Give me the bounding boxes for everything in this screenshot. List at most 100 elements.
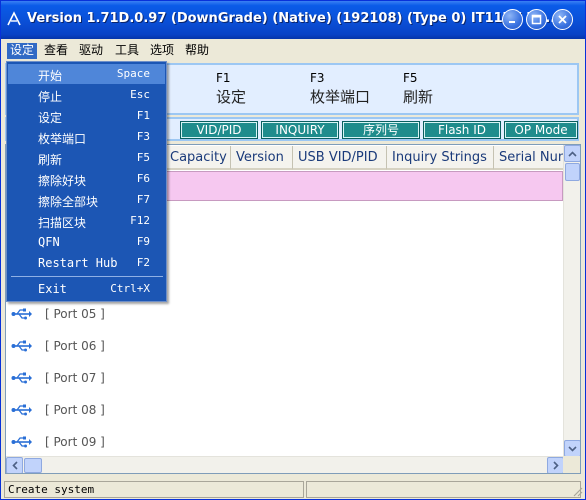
port-label: [ Port 05 ] — [45, 307, 105, 321]
minimize-icon — [509, 21, 515, 23]
usb-icon — [11, 340, 32, 352]
scroll-up-button[interactable] — [564, 145, 580, 162]
menu-item-label: 刷新 — [38, 153, 63, 167]
menu-item-shortcut: F5 — [136, 151, 150, 164]
menu-options[interactable]: 选项 — [147, 43, 177, 59]
menu-driver[interactable]: 驱动 — [76, 43, 106, 59]
settings-dropdown-menu: 开始 Space 停止 Esc 设定 F1 枚举端口 F3 刷新 F5 擦除好块… — [6, 61, 167, 302]
menu-settings[interactable]: 设定 — [7, 43, 38, 59]
scroll-down-button[interactable] — [564, 440, 580, 457]
chevron-up-icon — [568, 150, 577, 157]
chevron-right-icon — [552, 461, 559, 470]
menu-item-shortcut: F1 — [136, 109, 150, 122]
column-header-serial-num[interactable]: Serial Num — [494, 146, 564, 170]
scroll-corner — [563, 456, 580, 473]
menu-item-label: Restart Hub — [38, 256, 118, 270]
menu-item-restart-hub[interactable]: Restart Hub F2 — [8, 253, 165, 273]
column-header-capacity[interactable]: Capacity — [165, 146, 231, 170]
toolbar-settings-label: 设定 — [216, 88, 247, 106]
port-label: [ Port 08 ] — [45, 403, 105, 417]
toolbar-enum-ports-button[interactable]: F3 枚举端口 — [310, 71, 370, 107]
toolbar-enum-ports-key: F3 — [310, 71, 325, 85]
vertical-scroll-thumb[interactable] — [565, 163, 580, 181]
toolbar-settings-button[interactable]: F1 设定 — [216, 71, 246, 107]
port-label: [ Port 09 ] — [45, 435, 105, 449]
tab-serial-number[interactable]: 序列号 — [342, 121, 420, 139]
menu-item-shortcut: Ctrl+X — [110, 282, 150, 295]
column-header-inquiry-strings[interactable]: Inquiry Strings — [387, 146, 494, 170]
menu-tools[interactable]: 工具 — [112, 43, 142, 59]
menu-item-shortcut: F3 — [136, 130, 150, 143]
port-label: [ Port 06 ] — [45, 339, 105, 353]
list-item[interactable]: [ Port 09 ] — [11, 432, 105, 452]
list-item[interactable]: [ Port 05 ] — [11, 304, 105, 324]
menu-item-erase-all-blocks[interactable]: 擦除全部块 F7 — [8, 190, 165, 210]
menu-separator — [11, 276, 163, 277]
menu-item-erase-good-blocks[interactable]: 擦除好块 F6 — [8, 169, 165, 189]
menu-item-refresh[interactable]: 刷新 F5 — [8, 148, 165, 168]
close-button[interactable] — [552, 9, 573, 30]
usb-icon — [11, 372, 32, 384]
status-bar: Create system — [2, 479, 585, 499]
menu-item-label: 扫描区块 — [38, 216, 87, 230]
scroll-right-button[interactable] — [547, 457, 564, 473]
column-header-version[interactable]: Version — [231, 146, 293, 170]
menu-item-label: 停止 — [38, 90, 63, 104]
chevron-down-icon — [568, 445, 577, 452]
menu-bar: 设定 查看 驱动 工具 选项 帮助 — [2, 39, 585, 61]
menu-help[interactable]: 帮助 — [182, 43, 212, 59]
usb-icon — [11, 436, 32, 448]
menu-item-shortcut: F6 — [136, 172, 150, 185]
menu-item-shortcut: F9 — [136, 235, 150, 248]
toolbar-enum-ports-label: 枚举端口 — [310, 88, 371, 106]
menu-item-label: 开始 — [38, 69, 63, 83]
usb-icon — [11, 308, 32, 320]
tab-op-mode[interactable]: OP Mode — [504, 121, 578, 139]
port-label: [ Port 07 ] — [45, 371, 105, 385]
horizontal-scrollbar[interactable] — [6, 456, 564, 473]
title-bar[interactable]: Version 1.71D.0.97 (DownGrade) (Native) … — [1, 1, 585, 39]
menu-item-label: Exit — [38, 282, 67, 296]
app-icon — [7, 11, 21, 26]
scroll-left-button[interactable] — [6, 457, 23, 473]
maximize-icon — [531, 14, 542, 25]
status-cell-secondary — [306, 481, 581, 498]
vertical-scrollbar[interactable] — [563, 145, 580, 457]
menu-item-enum-ports[interactable]: 枚举端口 F3 — [8, 127, 165, 147]
menu-item-stop[interactable]: 停止 Esc — [8, 85, 165, 105]
list-item[interactable]: [ Port 06 ] — [11, 336, 105, 356]
close-icon — [558, 15, 567, 24]
menu-item-label: 擦除好块 — [38, 174, 87, 188]
window-title: Version 1.71D.0.97 (DownGrade) (Native) … — [27, 11, 556, 26]
list-item[interactable]: [ Port 08 ] — [11, 400, 105, 420]
minimize-button[interactable] — [502, 9, 523, 30]
menu-item-exit[interactable]: Exit Ctrl+X — [8, 279, 165, 299]
tab-vid-pid[interactable]: VID/PID — [180, 121, 258, 139]
menu-view[interactable]: 查看 — [41, 43, 71, 59]
toolbar-refresh-label: 刷新 — [403, 88, 434, 106]
menu-item-qfn[interactable]: QFN F9 — [8, 232, 165, 252]
resize-grip-icon[interactable] — [571, 485, 583, 497]
tab-inquiry[interactable]: INQUIRY — [261, 121, 339, 139]
maximize-button[interactable] — [526, 9, 547, 30]
status-text: Create system — [4, 481, 304, 498]
menu-item-label: 枚举端口 — [38, 132, 87, 146]
chevron-left-icon — [11, 461, 18, 470]
tab-flash-id[interactable]: Flash ID — [423, 121, 501, 139]
menu-item-shortcut: Space — [116, 67, 150, 80]
menu-item-shortcut: F7 — [136, 193, 150, 206]
menu-item-settings[interactable]: 设定 F1 — [8, 106, 165, 126]
menu-item-label: QFN — [38, 235, 60, 249]
horizontal-scroll-thumb[interactable] — [24, 458, 42, 473]
list-item[interactable]: [ Port 07 ] — [11, 368, 105, 388]
toolbar-refresh-button[interactable]: F5 刷新 — [403, 71, 433, 107]
column-header-usb-vid-pid[interactable]: USB VID/PID — [293, 146, 387, 170]
menu-item-label: 擦除全部块 — [38, 195, 99, 209]
menu-item-shortcut: F2 — [136, 256, 150, 269]
app-window: Version 1.71D.0.97 (DownGrade) (Native) … — [0, 0, 586, 500]
menu-item-scan-blocks[interactable]: 扫描区块 F12 — [8, 211, 165, 231]
menu-item-start[interactable]: 开始 Space — [8, 64, 165, 84]
usb-icon — [11, 404, 32, 416]
toolbar-refresh-key: F5 — [403, 71, 418, 85]
menu-item-label: 设定 — [38, 111, 63, 125]
